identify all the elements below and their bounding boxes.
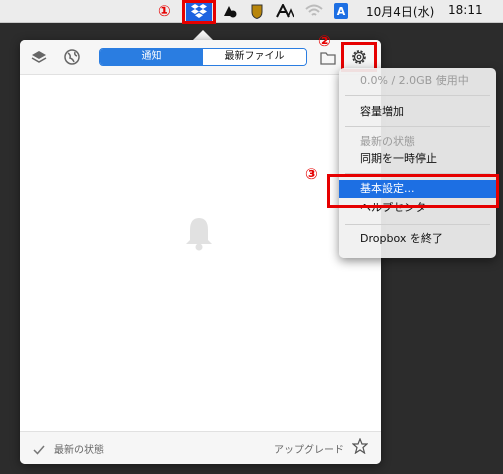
menu-separator [345, 224, 490, 225]
annotation-step-1: ① [158, 2, 171, 20]
menu-add-space[interactable]: 容量増加 [339, 103, 496, 121]
panel-caret [193, 30, 213, 40]
tab-recent-files[interactable]: 最新ファイル [203, 49, 306, 65]
input-source-icon[interactable]: A [334, 3, 348, 19]
menubar-date[interactable]: 10月4日(水) [366, 3, 434, 20]
globe-icon[interactable] [64, 49, 80, 69]
annotation-step-2: ② [318, 32, 331, 50]
bell-icon [182, 216, 216, 256]
star-icon[interactable] [351, 437, 369, 458]
settings-menu: 0.0% / 2.0GB 使用中 容量増加 最新の状態 同期を一時停止 基本設定… [339, 68, 496, 258]
menubar-time[interactable]: 18:11 [448, 3, 483, 17]
a-app-icon[interactable] [276, 2, 294, 20]
folder-icon[interactable] [320, 50, 336, 69]
annotation-box-3 [327, 174, 499, 208]
tab-notifications[interactable]: 通知 [100, 49, 203, 65]
annotation-step-3: ③ [305, 165, 318, 183]
cloud-icon[interactable] [220, 2, 238, 20]
menu-pause-sync[interactable]: 同期を一時停止 [339, 150, 496, 168]
check-icon [33, 441, 45, 460]
menu-separator [345, 95, 490, 96]
menu-usage: 0.0% / 2.0GB 使用中 [360, 74, 469, 87]
wifi-icon[interactable] [304, 2, 324, 20]
sync-status-label: 最新の状態 [54, 445, 104, 456]
menu-status: 最新の状態 [360, 135, 415, 148]
annotation-box-1 [182, 0, 216, 24]
view-segmented-control: 通知 最新ファイル [99, 48, 307, 66]
menubar: A 10月4日(水) 18:11 [0, 0, 503, 23]
menu-quit-dropbox[interactable]: Dropbox を終了 [339, 230, 496, 248]
panel-footer: 最新の状態 アップグレード [20, 431, 381, 464]
layers-icon[interactable] [31, 49, 47, 69]
dropbox-panel: 通知 最新ファイル 最新の状態 アップグレード [20, 40, 381, 464]
shield-icon[interactable] [250, 2, 264, 20]
menu-separator [345, 126, 490, 127]
upgrade-link[interactable]: アップグレード [274, 441, 344, 456]
